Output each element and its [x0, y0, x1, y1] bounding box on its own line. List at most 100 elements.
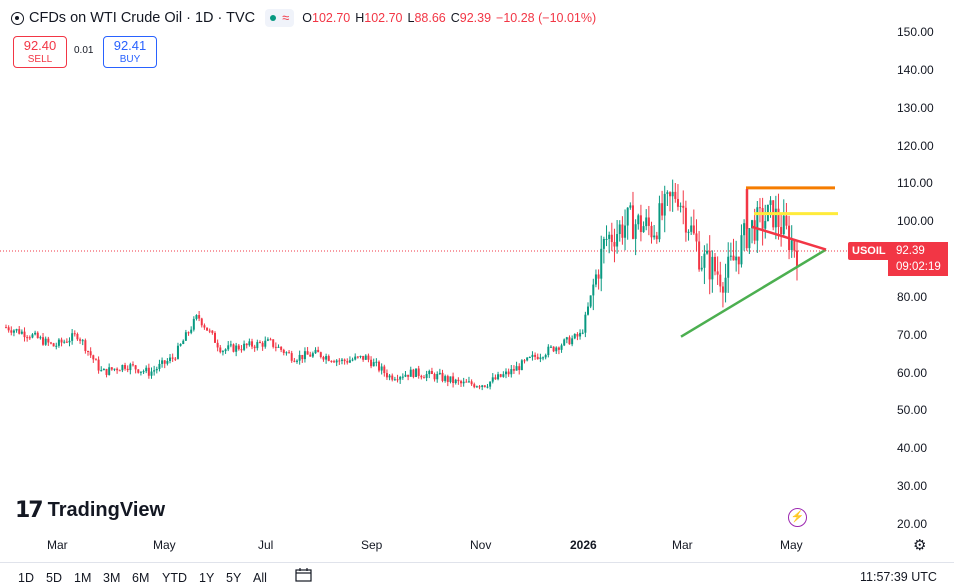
calendar-range-icon[interactable] [295, 568, 312, 582]
candle-body [748, 228, 751, 249]
candle-body [531, 354, 534, 357]
candle-body [758, 207, 761, 209]
timeframe-3m[interactable]: 3M [103, 571, 120, 585]
candle-body [81, 340, 84, 342]
candle-body [785, 215, 788, 226]
candle-body [92, 355, 95, 360]
candle-body [55, 345, 58, 347]
candle-body [460, 381, 463, 384]
candle-body [171, 357, 174, 359]
timeframe-5y[interactable]: 5Y [226, 571, 241, 585]
candle-body [169, 357, 172, 362]
candle-body [375, 361, 378, 363]
candle-body [544, 355, 547, 358]
candle-body [438, 372, 441, 374]
candle-body [716, 271, 719, 275]
candle-body [727, 256, 730, 278]
candle-body [457, 379, 460, 382]
lightning-icon[interactable]: ⚡ [788, 508, 807, 527]
chart-title[interactable]: CFDs on WTI Crude Oil · 1D · TVC [29, 10, 255, 26]
candle-body [674, 191, 677, 199]
buy-button[interactable]: 92.41 BUY [103, 36, 157, 68]
candle-body [420, 375, 423, 378]
timeframe-all[interactable]: All [253, 571, 267, 585]
candle-body [362, 355, 365, 360]
candle-body [549, 346, 552, 348]
candle-body [534, 354, 537, 357]
candle-body [277, 346, 280, 348]
candle-body [248, 341, 251, 346]
candle-body [581, 332, 584, 334]
candle-body [737, 256, 740, 265]
timeframe-6m[interactable]: 6M [132, 571, 149, 585]
candle-body [687, 231, 690, 233]
candle-body [65, 341, 68, 343]
candle-body [232, 344, 235, 352]
candle-body [624, 225, 627, 238]
candle-body [690, 225, 693, 232]
candle-body [73, 333, 76, 335]
candle-body [15, 329, 18, 331]
timeframe-5d[interactable]: 5D [46, 571, 62, 585]
candle-body [769, 200, 772, 205]
candle-body [401, 376, 404, 378]
candle-body [301, 354, 304, 360]
candle-body [221, 351, 224, 353]
candle-body [190, 329, 193, 333]
candle-body [708, 250, 711, 280]
timeframe-1y[interactable]: 1Y [199, 571, 214, 585]
candle-body [732, 255, 735, 261]
price-axis-label: 110.00 [897, 176, 933, 191]
candle-body [639, 215, 642, 233]
timeframe-ytd[interactable]: YTD [162, 571, 187, 585]
time-axis-label: Sep [361, 538, 383, 552]
candle-body [486, 386, 489, 388]
candle-body [782, 215, 785, 235]
candle-body [20, 331, 23, 334]
last-price: 92.39 [896, 245, 925, 257]
candle-body [735, 256, 738, 261]
candle-body [467, 381, 470, 383]
candle-body [213, 332, 216, 343]
candle-body [557, 347, 560, 350]
candle-body [507, 371, 510, 375]
gear-icon[interactable]: ⚙ [913, 536, 926, 554]
buy-price: 92.41 [113, 38, 147, 53]
candle-body [116, 368, 119, 371]
candle-body [518, 366, 521, 371]
candle-body [12, 330, 15, 333]
candle-body [764, 221, 767, 229]
symbol-icon[interactable] [11, 11, 24, 25]
tv-logo-icon: 17 [15, 498, 44, 523]
green-trendline[interactable] [680, 248, 827, 338]
candle-body [608, 234, 611, 239]
candle-body [145, 367, 148, 372]
market-status-badge[interactable]: ≈ [265, 9, 295, 27]
candle-body [520, 360, 523, 371]
candle-body [396, 379, 399, 381]
price-axis-label: 140.00 [897, 62, 934, 77]
timeframe-1m[interactable]: 1M [74, 571, 91, 585]
candle-body [224, 349, 227, 352]
candle-body [428, 371, 431, 375]
timeframe-1d[interactable]: 1D [18, 571, 34, 585]
candle-body [158, 363, 161, 369]
candle-body [676, 198, 679, 207]
sell-button[interactable]: 92.40 SELL [13, 36, 67, 68]
candle-body [179, 344, 182, 346]
utc-clock[interactable]: 11:57:39 UTC [860, 570, 937, 584]
candle-body [100, 370, 103, 372]
candle-body [719, 274, 722, 287]
candle-body [63, 341, 66, 343]
candle-body [251, 341, 254, 347]
tradingview-logo[interactable]: 17 TradingView [15, 498, 165, 523]
candle-body [663, 193, 666, 216]
bottom-toolbar: 1D 5D 1M 3M 6M YTD 1Y 5Y All [0, 562, 954, 587]
candle-body [417, 368, 420, 376]
candle-body [650, 225, 653, 238]
candle-body [314, 349, 317, 354]
candle-body [436, 373, 439, 380]
candle-body [510, 369, 513, 375]
candle-body [409, 369, 412, 377]
candle-body [317, 349, 320, 353]
